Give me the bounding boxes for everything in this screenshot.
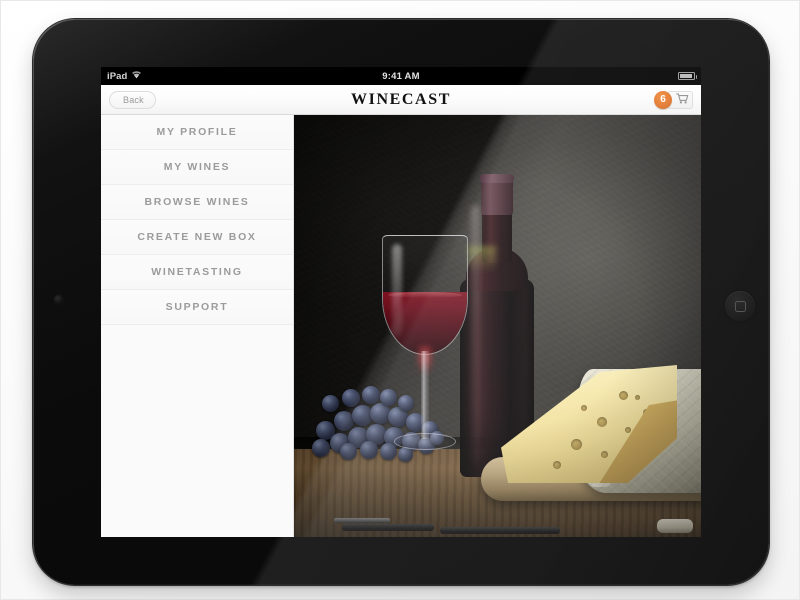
sidebar-menu: MY PROFILE MY WINES BROWSE WINES CREATE … — [101, 115, 294, 537]
sidebar-item-label: SUPPORT — [165, 301, 229, 313]
cheese-hole — [571, 439, 582, 450]
bottle-capsule-lip — [480, 174, 514, 183]
front-camera-dot-icon — [54, 295, 63, 304]
photo-wine-glass — [382, 235, 468, 475]
photo-cheese-knife-1 — [342, 524, 434, 531]
hero-photo — [294, 115, 701, 537]
app-body: MY PROFILE MY WINES BROWSE WINES CREATE … — [101, 115, 701, 537]
app-navbar: Back WINECAST 6 — [101, 85, 701, 115]
app-title: WINECAST — [351, 90, 451, 108]
grape — [334, 411, 354, 431]
cheese-hole — [581, 405, 587, 411]
cheese-hole — [601, 451, 608, 458]
status-time: 9:41 AM — [382, 70, 420, 82]
home-button[interactable] — [725, 291, 755, 321]
wifi-icon — [131, 70, 142, 82]
battery-icon — [678, 72, 697, 80]
sidebar-item-label: CREATE NEW BOX — [137, 231, 257, 243]
photo-knife-handle — [657, 519, 693, 533]
glass-stem — [421, 351, 429, 439]
sidebar-item-my-wines[interactable]: MY WINES — [101, 150, 293, 185]
sidebar-item-my-profile[interactable]: MY PROFILE — [101, 115, 293, 150]
status-bar-right — [678, 72, 697, 80]
status-bar-left: iPad — [107, 70, 142, 82]
photo-knife-blade-1 — [334, 518, 390, 523]
sidebar-item-browse-wines[interactable]: BROWSE WINES — [101, 185, 293, 220]
grape — [322, 395, 339, 412]
cart-count-badge: 6 — [654, 90, 672, 109]
status-bar: iPad 9:41 AM — [101, 67, 701, 85]
photo-cheese-knife-2 — [440, 527, 560, 534]
sidebar-item-label: MY PROFILE — [156, 126, 238, 138]
page-frame: iPad 9:41 AM Back WINECAST 6 MY PROFILE … — [0, 0, 800, 600]
cheese-hole — [597, 417, 607, 427]
grape — [342, 389, 360, 407]
ipad-device: iPad 9:41 AM Back WINECAST 6 MY PROFILE … — [33, 19, 769, 585]
cart-group[interactable]: 6 — [654, 90, 693, 109]
sidebar-item-label: BROWSE WINES — [144, 196, 250, 208]
device-screen: iPad 9:41 AM Back WINECAST 6 MY PROFILE … — [101, 67, 701, 537]
sidebar-item-create-new-box[interactable]: CREATE NEW BOX — [101, 220, 293, 255]
sidebar-item-label: WINETASTING — [151, 266, 243, 278]
glass-highlight — [392, 244, 402, 336]
battery-cap — [695, 75, 697, 79]
navbar-right: 6 — [654, 90, 693, 109]
grape — [312, 439, 330, 457]
cheese-hole — [625, 427, 631, 433]
sidebar-item-label: MY WINES — [163, 161, 231, 173]
glass-bowl — [382, 235, 468, 355]
cheese-hole — [619, 391, 628, 400]
cheese-hole — [553, 461, 561, 469]
sidebar-item-winetasting[interactable]: WINETASTING — [101, 255, 293, 290]
grape — [362, 386, 380, 404]
cheese-hole — [635, 395, 640, 400]
grape — [360, 441, 378, 459]
grape — [340, 443, 357, 460]
bottle-highlight — [471, 205, 480, 465]
rounded-square-icon — [734, 300, 746, 312]
status-carrier-label: iPad — [107, 70, 128, 82]
shopping-cart-icon — [675, 91, 689, 109]
glass-foot — [394, 433, 456, 450]
battery-fill — [680, 74, 692, 78]
back-button[interactable]: Back — [109, 90, 156, 109]
sidebar-item-support[interactable]: SUPPORT — [101, 290, 293, 325]
